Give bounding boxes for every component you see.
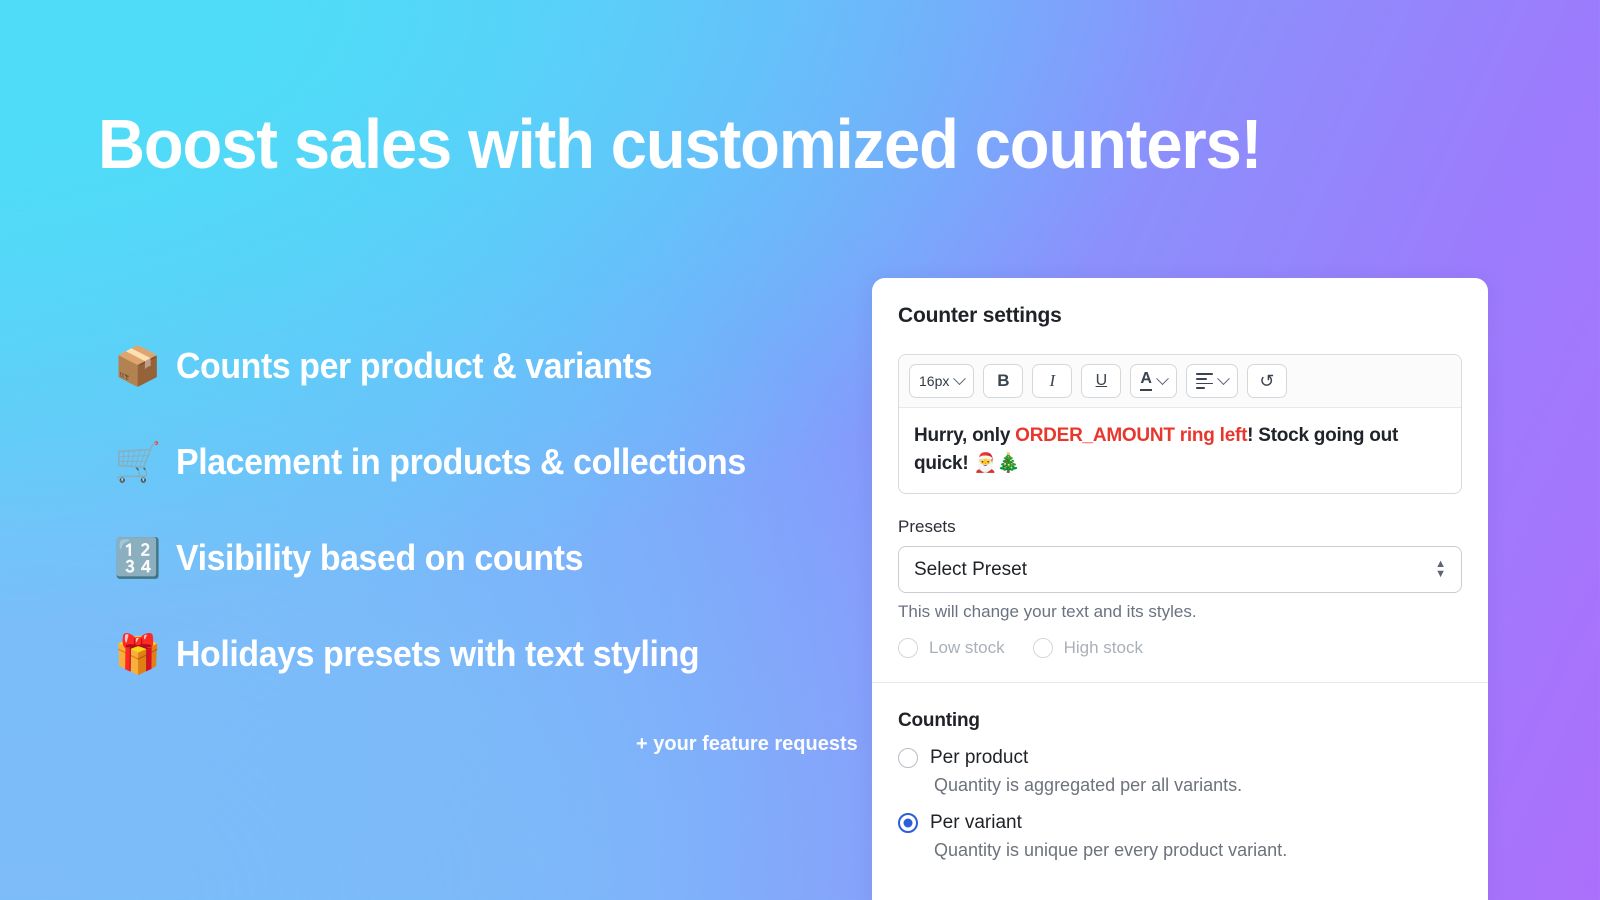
bold-icon: B — [997, 371, 1010, 390]
page-title: Boost sales with customized counters! — [98, 105, 1262, 183]
counting-option-per-product[interactable]: Per product Quantity is aggregated per a… — [898, 747, 1462, 796]
undo-icon: ↺ — [1259, 370, 1275, 391]
package-emoji: 📦 — [114, 344, 162, 388]
counter-settings-panel: Counter settings 16px B I U A ↺ Hurry, o… — [872, 278, 1488, 900]
feature-label: Counts per product & variants — [176, 345, 653, 386]
counting-option-row[interactable]: Per product — [898, 747, 1462, 769]
panel-title: Counter settings — [898, 304, 1062, 327]
preset-radio-low-stock[interactable]: Low stock — [898, 638, 1005, 659]
preset-radio-label: High stock — [1063, 638, 1143, 658]
counting-option-label: Per product — [930, 747, 1029, 769]
preset-radio-label: Low stock — [929, 638, 1005, 658]
editor-text-highlight: ORDER_AMOUNT ring left — [1015, 425, 1248, 446]
counting-option-desc: Quantity is unique per every product var… — [934, 840, 1288, 861]
list-item: 🛒 Placement in products & collections — [114, 414, 854, 510]
editor-content[interactable]: Hurry, only ORDER_AMOUNT ring left! Stoc… — [899, 408, 1461, 493]
radio-circle-icon — [898, 748, 918, 769]
font-size-value: 16px — [919, 373, 950, 389]
counting-option-per-variant[interactable]: Per variant Quantity is unique per every… — [898, 812, 1462, 861]
counting-section: Counting Per product Quantity is aggrega… — [872, 683, 1488, 861]
gift-emoji: 🎁 — [114, 632, 162, 676]
text-color-icon: A — [1140, 370, 1152, 391]
feature-label: Holidays presets with text styling — [176, 633, 700, 674]
odometer-counter-emoji: 🔢 — [114, 536, 162, 580]
editor-toolbar: 16px B I U A ↺ — [899, 355, 1461, 408]
italic-button[interactable]: I — [1032, 364, 1073, 398]
list-item: 🎁 Holidays presets with text styling — [114, 606, 854, 702]
chevron-down-icon — [1217, 371, 1230, 385]
italic-icon: I — [1049, 371, 1056, 390]
underline-button[interactable]: U — [1081, 364, 1122, 398]
hand-truck-emoji: 🛒 — [114, 440, 162, 484]
presets-help-text: This will change your text and its style… — [898, 602, 1197, 622]
counting-title: Counting — [898, 710, 980, 732]
editor-text-emoji: 🎅🎄 — [973, 451, 1021, 474]
presets-label: Presets — [898, 517, 956, 537]
feature-requests-note: + your feature requests — [636, 733, 858, 755]
preset-selected-value: Select Preset — [914, 558, 1027, 580]
text-color-button[interactable]: A — [1130, 364, 1177, 398]
counting-option-desc: Quantity is aggregated per all variants. — [934, 775, 1243, 796]
preset-select[interactable]: Select Preset ▲ ▼ — [898, 546, 1462, 594]
text-align-button[interactable] — [1185, 364, 1238, 398]
preset-radio-high-stock[interactable]: High stock — [1032, 638, 1143, 659]
rich-text-editor[interactable]: 16px B I U A ↺ Hurry, only ORDER_AMOUNT … — [898, 354, 1462, 495]
counting-option-label: Per variant — [930, 812, 1022, 834]
feature-label: Visibility based on counts — [176, 537, 584, 578]
undo-button[interactable]: ↺ — [1246, 364, 1287, 398]
editor-text-before: Hurry, only — [914, 425, 1016, 446]
radio-circle-icon — [898, 638, 918, 659]
settings-top-section: Counter settings 16px B I U A ↺ Hurry, o… — [872, 278, 1488, 682]
list-item: 🔢 Visibility based on counts — [114, 510, 854, 606]
radio-checked-icon — [898, 813, 918, 834]
preset-radio-group: Low stock High stock — [898, 638, 1462, 659]
underline-icon: U — [1095, 372, 1108, 389]
chevron-down-icon — [1156, 371, 1169, 385]
select-chevron-icon: ▲ ▼ — [1435, 558, 1446, 581]
list-item: 📦 Counts per product & variants — [114, 318, 854, 414]
feature-list: 📦 Counts per product & variants 🛒 Placem… — [114, 318, 854, 702]
feature-label: Placement in products & collections — [176, 441, 746, 482]
align-left-icon — [1195, 372, 1213, 390]
radio-circle-icon — [1032, 638, 1053, 659]
font-size-dropdown[interactable]: 16px — [909, 364, 975, 398]
bold-button[interactable]: B — [983, 364, 1024, 398]
chevron-down-icon — [953, 371, 967, 385]
counting-option-row[interactable]: Per variant — [898, 812, 1462, 834]
